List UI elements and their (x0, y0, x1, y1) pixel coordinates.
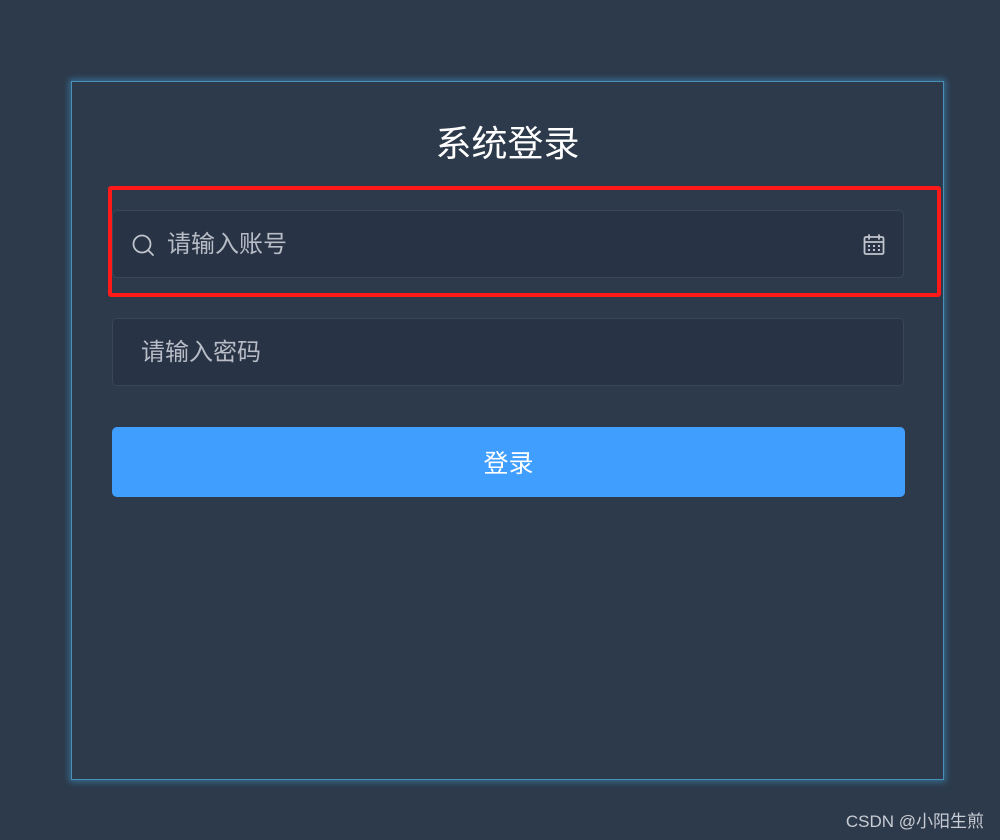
page: 系统登录 登录 CSDN (0, 0, 1000, 840)
account-field[interactable] (112, 210, 904, 278)
watermark: CSDN @小阳生煎 (845, 812, 984, 831)
login-title: 系统登录 (435, 124, 580, 165)
password-field[interactable] (112, 318, 904, 386)
calendar-icon[interactable] (862, 233, 886, 257)
login-panel: 系统登录 登录 (71, 81, 944, 780)
search-icon (132, 234, 154, 256)
password-input[interactable] (141, 319, 881, 385)
login-button[interactable]: 登录 (112, 427, 905, 497)
account-input[interactable] (167, 211, 847, 277)
